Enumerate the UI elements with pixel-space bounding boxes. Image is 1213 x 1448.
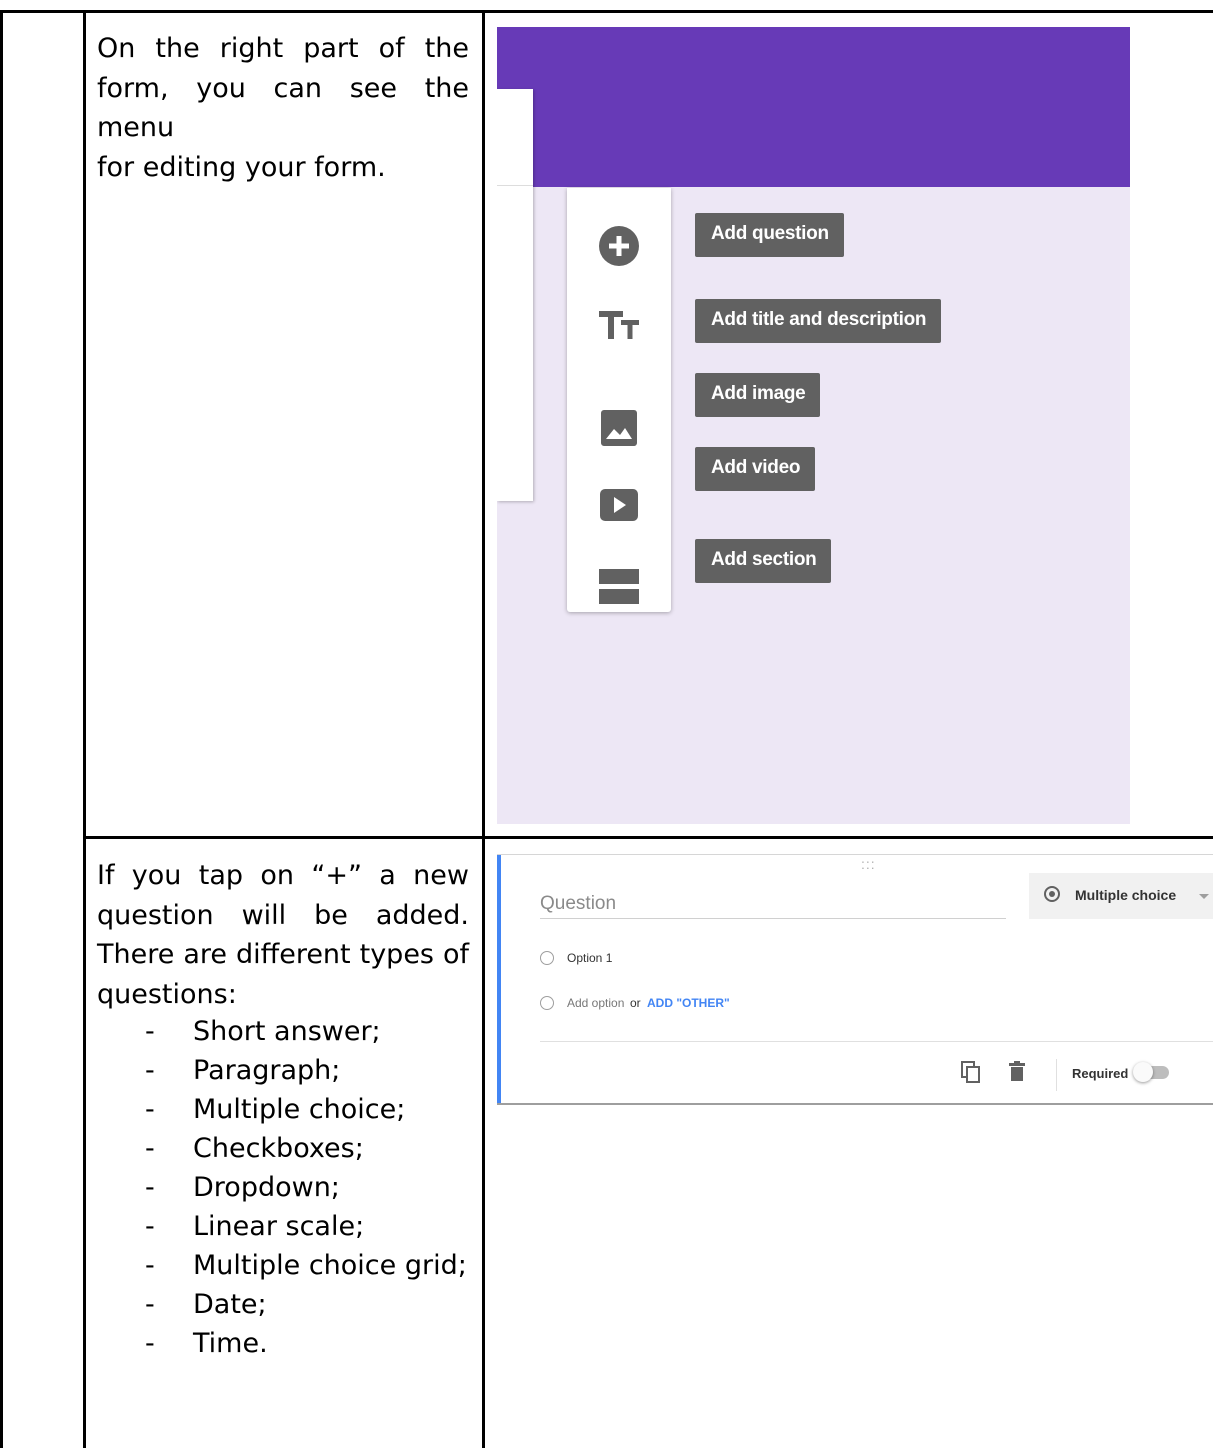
or-text: or [630,996,641,1010]
row1-line-1: On the right part of the [97,33,469,64]
tooltip-add-image: Add image [695,373,821,417]
tooltip-add-question: Add question [695,213,844,257]
row1-description: On the right part of the form, you can s… [97,29,469,187]
row2-description: If you tap on “+” a new question will be… [97,856,469,1014]
tooltip-add-title-and-description: Add title and description [695,299,942,343]
table-left-border [0,10,3,1448]
tooltip-add-section: Add section [695,539,832,583]
chevron-down-icon [1199,894,1209,899]
row1-line-2: form, you can see the menu [97,72,469,144]
row2-line-2: question will be added. [97,899,469,931]
column-divider-2 [482,10,485,1448]
side-toolbar [567,188,671,612]
add-circle-icon[interactable] [598,225,640,267]
column-divider-1 [83,10,86,1448]
drag-handle-icon[interactable]: ::: [861,857,876,871]
video-icon[interactable] [599,488,639,522]
option-radio-icon [540,951,554,965]
question-type-select[interactable]: Multiple choice [1029,873,1213,919]
question-editor-screenshot: ::: Question Multiple choice Option 1 Ad… [497,854,1213,1105]
add-other-link[interactable]: ADD "OTHER" [647,996,730,1010]
required-toggle-thumb[interactable] [1133,1062,1153,1082]
image-icon[interactable] [600,409,638,447]
form-editor-menu-screenshot: Add question Add title and description A… [497,27,1130,824]
row2-line-3: There are different types of [97,939,469,970]
table-top-border [0,10,1213,13]
delete-icon[interactable] [1009,1061,1025,1081]
form-card-edge [497,89,533,501]
add-option-radio-icon [540,996,554,1010]
duplicate-icon[interactable] [961,1061,981,1083]
radio-checked-icon [1044,886,1060,902]
title-text-icon[interactable] [597,308,643,344]
section-icon[interactable] [599,567,639,607]
question-type-label: Multiple choice [1075,887,1177,903]
tooltip-add-video: Add video [695,447,816,491]
row2-line-4: questions: [97,978,237,1010]
required-label: Required [1072,1066,1129,1081]
row2-line-1: If you tap on “+” a new [97,860,469,891]
active-card-accent [497,855,501,1105]
question-title-input[interactable]: Question [540,893,616,915]
row-divider [83,836,1213,839]
row1-line-3: for editing your form. [97,151,386,183]
add-option-link[interactable]: Add option [567,996,624,1010]
option-1-input[interactable]: Option 1 [567,951,612,965]
form-header-band [497,27,1130,187]
